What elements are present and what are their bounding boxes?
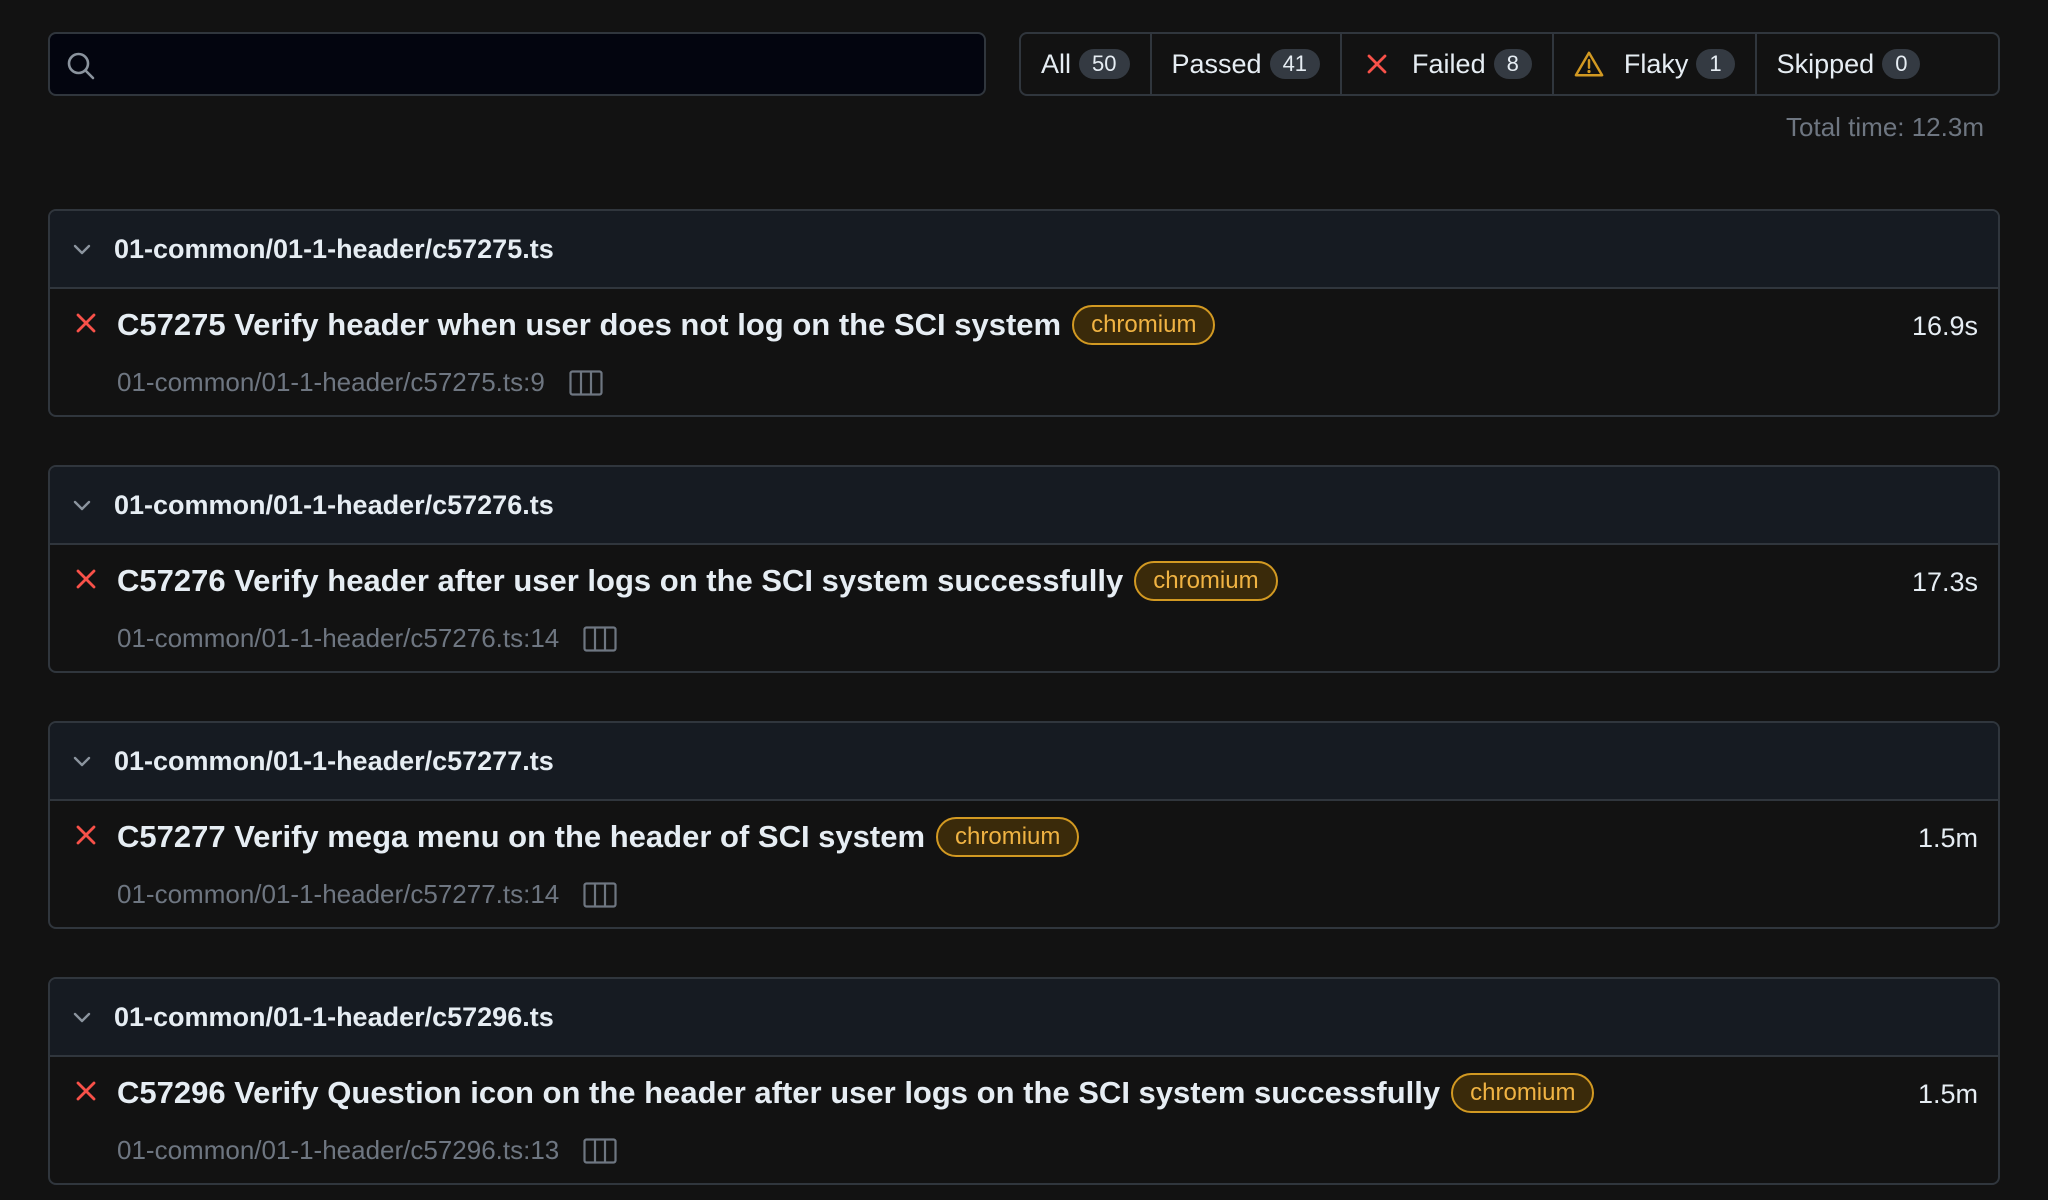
chevron-down-icon [70,749,94,773]
file-name: 01-common/01-1-header/c57275.ts [114,233,554,264]
failed-status-icon [74,311,98,340]
file-group: 01-common/01-1-header/c57275.ts C57275 V… [48,209,2000,417]
file-group-header[interactable]: 01-common/01-1-header/c57275.ts [50,211,1998,289]
filter-all-label: All [1041,48,1072,79]
warning-icon [1574,49,1604,79]
filter-flaky-label: Flaky [1623,48,1689,79]
failed-status-icon [74,1079,98,1108]
filter-failed-label: Failed [1412,48,1486,79]
project-tag[interactable]: chromium [1451,1073,1595,1113]
top-bar: All 50 Passed 41 Failed 8 Flaky 1 Skippe… [48,32,2000,96]
file-group: 01-common/01-1-header/c57277.ts C57277 V… [48,721,2000,929]
test-location: 01-common/01-1-header/c57277.ts:14 [117,879,560,909]
chevron-down-icon [70,237,94,261]
file-name: 01-common/01-1-header/c57277.ts [114,745,554,776]
cross-icon [1362,49,1392,79]
search-box[interactable] [48,32,986,96]
project-tag[interactable]: chromium [1072,305,1216,345]
filter-all[interactable]: All 50 [1021,34,1152,94]
filter-all-count: 50 [1079,49,1130,79]
status-filter-bar: All 50 Passed 41 Failed 8 Flaky 1 Skippe… [1019,32,2000,96]
test-duration: 1.5m [1917,823,1978,853]
filter-skipped[interactable]: Skipped 0 [1757,34,1941,94]
trace-icon[interactable] [583,625,617,652]
filter-failed-count: 8 [1493,49,1532,79]
file-group: 01-common/01-1-header/c57276.ts C57276 V… [48,465,2000,673]
test-duration: 16.9s [1911,311,1978,341]
test-location: 01-common/01-1-header/c57296.ts:13 [117,1135,560,1165]
test-row[interactable]: C57296 Verify Question icon on the heade… [50,1057,1998,1183]
trace-icon[interactable] [583,1137,617,1164]
test-location-line: 01-common/01-1-header/c57275.ts:9 [117,367,603,398]
test-duration: 1.5m [1917,1079,1978,1109]
test-duration: 17.3s [1911,567,1978,597]
filter-passed-label: Passed [1171,48,1262,79]
search-icon [67,52,95,80]
test-location: 01-common/01-1-header/c57275.ts:9 [117,367,545,397]
search-input[interactable] [108,42,968,86]
test-title[interactable]: C57277 Verify mega menu on the header of… [117,819,925,855]
filter-skipped-label: Skipped [1776,48,1875,79]
filter-passed-count: 41 [1269,49,1321,79]
test-row[interactable]: C57277 Verify mega menu on the header of… [50,801,1998,927]
test-row[interactable]: C57276 Verify header after user logs on … [50,545,1998,671]
test-title-line: C57277 Verify mega menu on the header of… [117,817,1080,857]
file-group-header[interactable]: 01-common/01-1-header/c57276.ts [50,467,1998,545]
test-location-line: 01-common/01-1-header/c57296.ts:13 [117,1135,617,1166]
filter-failed[interactable]: Failed 8 [1342,34,1554,94]
file-group-header[interactable]: 01-common/01-1-header/c57296.ts [50,979,1998,1057]
filter-skipped-count: 0 [1882,49,1921,79]
test-row[interactable]: C57275 Verify header when user does not … [50,289,1998,415]
test-title[interactable]: C57276 Verify header after user logs on … [117,563,1123,599]
filter-passed[interactable]: Passed 41 [1152,34,1343,94]
file-name: 01-common/01-1-header/c57296.ts [114,1001,554,1032]
failed-status-icon [74,823,98,852]
failed-status-icon [74,567,98,596]
test-location-line: 01-common/01-1-header/c57277.ts:14 [117,879,617,910]
project-tag[interactable]: chromium [1134,561,1278,601]
test-title-line: C57276 Verify header after user logs on … [117,561,1278,601]
test-title-line: C57275 Verify header when user does not … [117,305,1216,345]
test-location: 01-common/01-1-header/c57276.ts:14 [117,623,560,653]
test-title[interactable]: C57296 Verify Question icon on the heade… [117,1075,1440,1111]
file-group: 01-common/01-1-header/c57296.ts C57296 V… [48,977,2000,1185]
trace-icon[interactable] [569,369,603,396]
project-tag[interactable]: chromium [936,817,1080,857]
test-title-line: C57296 Verify Question icon on the heade… [117,1073,1595,1113]
chevron-down-icon [70,1005,94,1029]
trace-icon[interactable] [583,881,617,908]
total-time: Total time: 12.3m [1786,112,1984,142]
test-location-line: 01-common/01-1-header/c57276.ts:14 [117,623,617,654]
test-title[interactable]: C57275 Verify header when user does not … [117,307,1061,343]
file-group-header[interactable]: 01-common/01-1-header/c57277.ts [50,723,1998,801]
filter-flaky[interactable]: Flaky 1 [1554,34,1757,94]
chevron-down-icon [70,493,94,517]
file-name: 01-common/01-1-header/c57276.ts [114,489,554,520]
filter-flaky-count: 1 [1696,49,1735,79]
